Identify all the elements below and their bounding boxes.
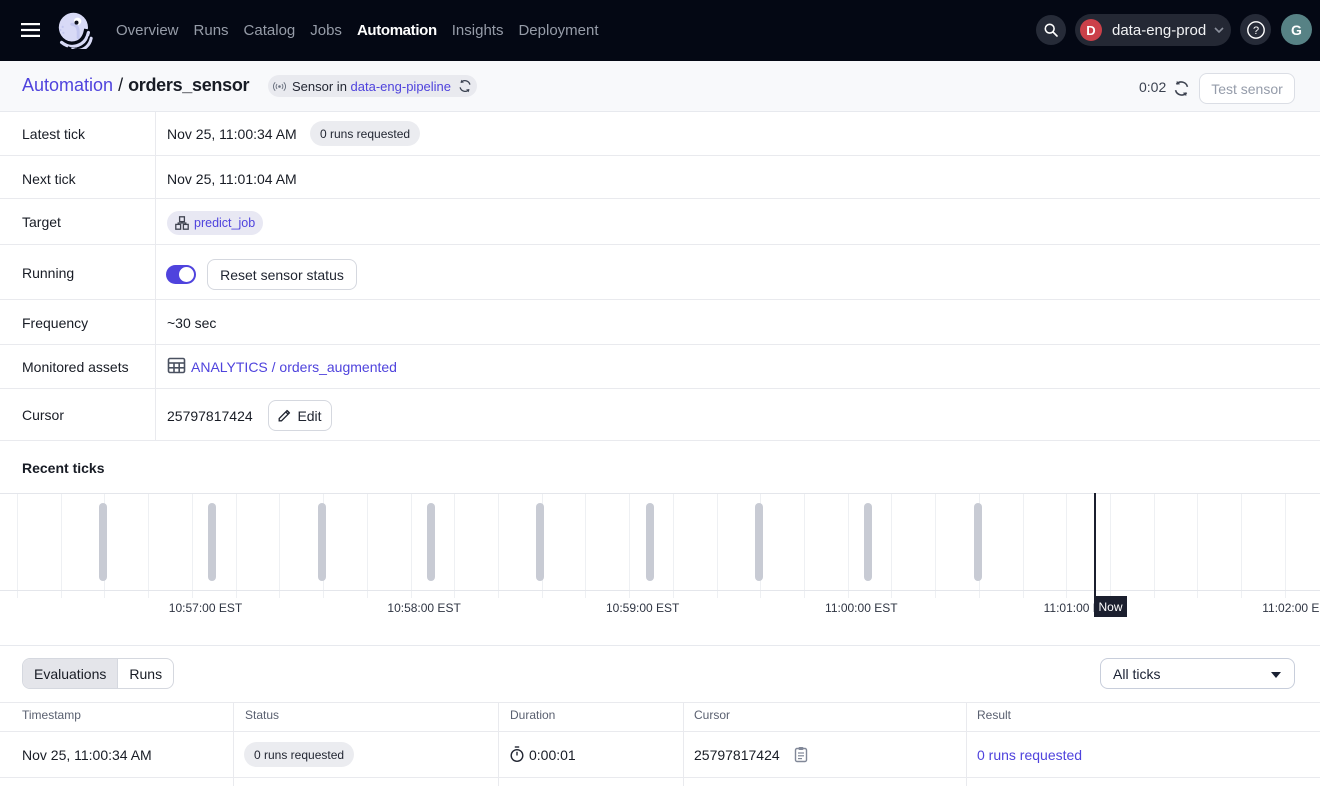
svg-text:?: ?	[1252, 25, 1258, 37]
